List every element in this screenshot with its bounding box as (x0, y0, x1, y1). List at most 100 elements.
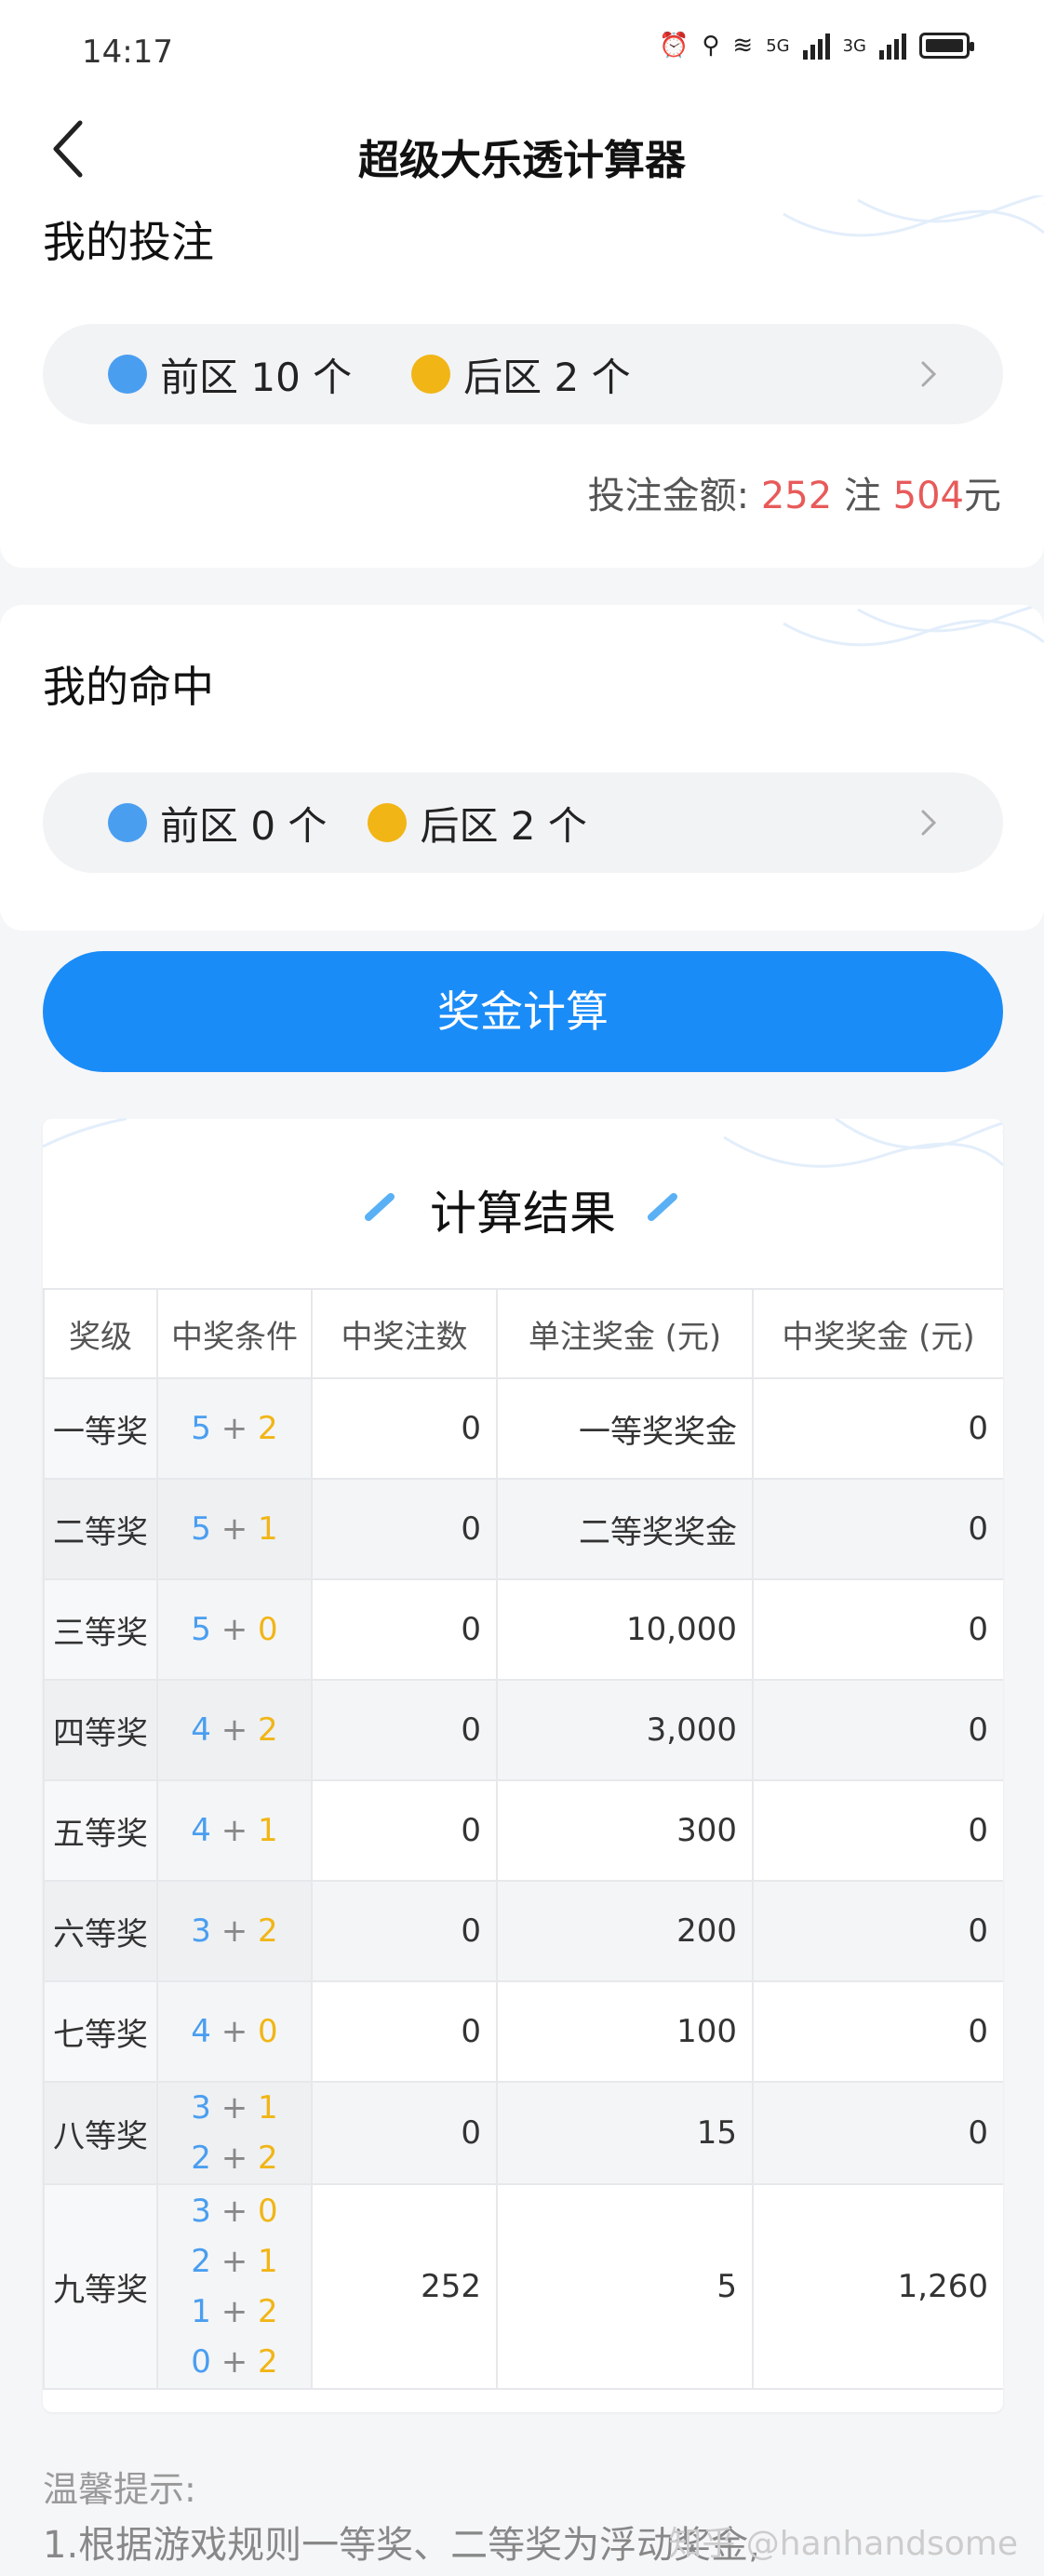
prize-level: 七等奖 (43, 1980, 158, 2083)
bet-title: 我的投注 (43, 217, 214, 267)
back-hit-number: 2 (258, 1912, 278, 1950)
winning-count: 0 (311, 1679, 498, 1781)
hit-back-count: 后区 2 个 (420, 802, 587, 849)
back-hit-number: 0 (258, 1611, 278, 1648)
bet-amount: 投注金额: 252 注 504元 (588, 465, 1001, 519)
front-hit-number: 3 (191, 1912, 211, 1950)
back-hit-number: 2 (258, 2293, 278, 2330)
front-hit-number: 4 (191, 2013, 211, 2050)
prize-level: 八等奖 (43, 2081, 158, 2185)
nav-bar: 超级大乐透计算器 (0, 102, 1044, 195)
wave-decoration (783, 195, 1044, 237)
prize-condition: 4 + 0 (156, 1980, 313, 2083)
total-prize: 1,260 (752, 2183, 1003, 2390)
calculate-button[interactable]: 奖金计算 (43, 951, 1003, 1072)
feather-right-icon (648, 1193, 677, 1221)
header-count: 中奖注数 (311, 1288, 498, 1379)
header-level: 奖级 (43, 1288, 158, 1379)
condition-line: 3 + 1 (158, 2083, 311, 2133)
prize-level: 九等奖 (43, 2183, 158, 2390)
plus-sign: + (210, 2089, 259, 2127)
winning-count: 252 (311, 2183, 498, 2390)
winning-count: 0 (311, 1578, 498, 1681)
chevron-right-icon (921, 361, 937, 387)
front-hit-number: 5 (191, 1510, 211, 1548)
single-prize: 5 (496, 2183, 754, 2390)
back-hit-number: 2 (258, 2343, 278, 2381)
plus-sign: + (210, 2343, 259, 2381)
hit-title: 我的命中 (43, 662, 214, 712)
winning-count: 0 (311, 1779, 498, 1882)
plus-sign: + (210, 2293, 259, 2330)
back-hit-number: 1 (258, 1812, 278, 1849)
condition-line: 4 + 2 (158, 1705, 311, 1755)
prize-condition: 5 + 1 (156, 1478, 313, 1580)
total-prize: 0 (752, 1980, 1003, 2083)
single-prize: 200 (496, 1880, 754, 1982)
back-hit-number: 0 (258, 2193, 278, 2230)
hit-front-count: 前区 0 个 (160, 802, 328, 849)
bet-amount-label: 投注金额: (587, 475, 750, 517)
back-ball-icon (411, 355, 451, 394)
front-hit-number: 2 (191, 2243, 211, 2280)
back-ball-icon (368, 803, 408, 842)
front-hit-number: 3 (191, 2089, 211, 2127)
prize-condition: 5 + 0 (156, 1578, 313, 1681)
total-prize: 0 (752, 1478, 1003, 1580)
back-hit-number: 2 (258, 2140, 278, 2177)
single-prize: 3,000 (496, 1679, 754, 1781)
chevron-right-icon (921, 810, 937, 836)
table-row: 八等奖 3 + 12 + 2 0 15 0 (43, 2081, 1003, 2185)
hit-card: 我的命中 前区 0 个 后区 2 个 (0, 605, 1044, 931)
signal-icon-2 (879, 32, 906, 60)
single-prize: 10,000 (496, 1578, 754, 1681)
total-prize: 0 (752, 2081, 1003, 2185)
total-prize: 0 (752, 1377, 1003, 1480)
prize-level: 一等奖 (43, 1377, 158, 1480)
condition-line: 4 + 0 (158, 2006, 311, 2057)
location-icon: ⚲ (702, 32, 720, 60)
plus-sign: + (210, 2243, 259, 2280)
single-prize: 300 (496, 1779, 754, 1882)
front-hit-number: 1 (191, 2293, 211, 2330)
single-prize: 100 (496, 1980, 754, 2083)
condition-line: 2 + 1 (158, 2236, 311, 2287)
winning-count: 0 (311, 1880, 498, 1982)
front-hit-number: 5 (191, 1410, 211, 1447)
tips-line: 1.根据游戏规则一等奖、二等奖为浮动奖金, (43, 2524, 760, 2567)
total-prize: 0 (752, 1779, 1003, 1882)
prize-level: 六等奖 (43, 1880, 158, 1982)
total-prize: 0 (752, 1679, 1003, 1781)
battery-icon (919, 33, 974, 59)
front-hit-number: 0 (191, 2343, 211, 2381)
prize-condition: 4 + 2 (156, 1679, 313, 1781)
front-hit-number: 4 (191, 1711, 211, 1749)
table-row: 七等奖 4 + 0 0 100 0 (43, 1980, 1003, 2083)
front-ball-icon (108, 355, 147, 394)
prize-condition: 3 + 02 + 11 + 20 + 2 (156, 2183, 313, 2390)
winning-count: 0 (311, 1980, 498, 2083)
hit-selector[interactable]: 前区 0 个 后区 2 个 (43, 772, 1003, 873)
bet-back-count: 后区 2 个 (463, 354, 631, 400)
winning-count: 0 (311, 2081, 498, 2185)
table-row: 六等奖 3 + 2 0 200 0 (43, 1880, 1003, 1982)
condition-line: 3 + 0 (158, 2186, 311, 2236)
back-hit-number: 1 (258, 2243, 278, 2280)
bet-money: 504 (892, 475, 964, 517)
header-condition: 中奖条件 (156, 1288, 313, 1379)
status-icons: ⏰ ⚲ ≋ 5G 3G (659, 32, 974, 60)
condition-line: 5 + 0 (158, 1604, 311, 1655)
condition-line: 5 + 2 (158, 1403, 311, 1454)
table-row: 二等奖 5 + 1 0 二等奖奖金 0 (43, 1478, 1003, 1580)
bet-selector[interactable]: 前区 10 个 后区 2 个 (43, 324, 1003, 424)
condition-line: 0 + 2 (158, 2337, 311, 2387)
front-hit-number: 5 (191, 1611, 211, 1648)
status-time: 14:17 (82, 34, 173, 71)
header-single-prize: 单注奖金 (元) (496, 1288, 754, 1379)
network-5g-label: 5G (766, 35, 790, 56)
winning-count: 0 (311, 1377, 498, 1480)
plus-sign: + (210, 1812, 259, 1849)
back-hit-number: 0 (258, 2013, 278, 2050)
back-hit-number: 2 (258, 1711, 278, 1749)
plus-sign: + (210, 1611, 259, 1648)
